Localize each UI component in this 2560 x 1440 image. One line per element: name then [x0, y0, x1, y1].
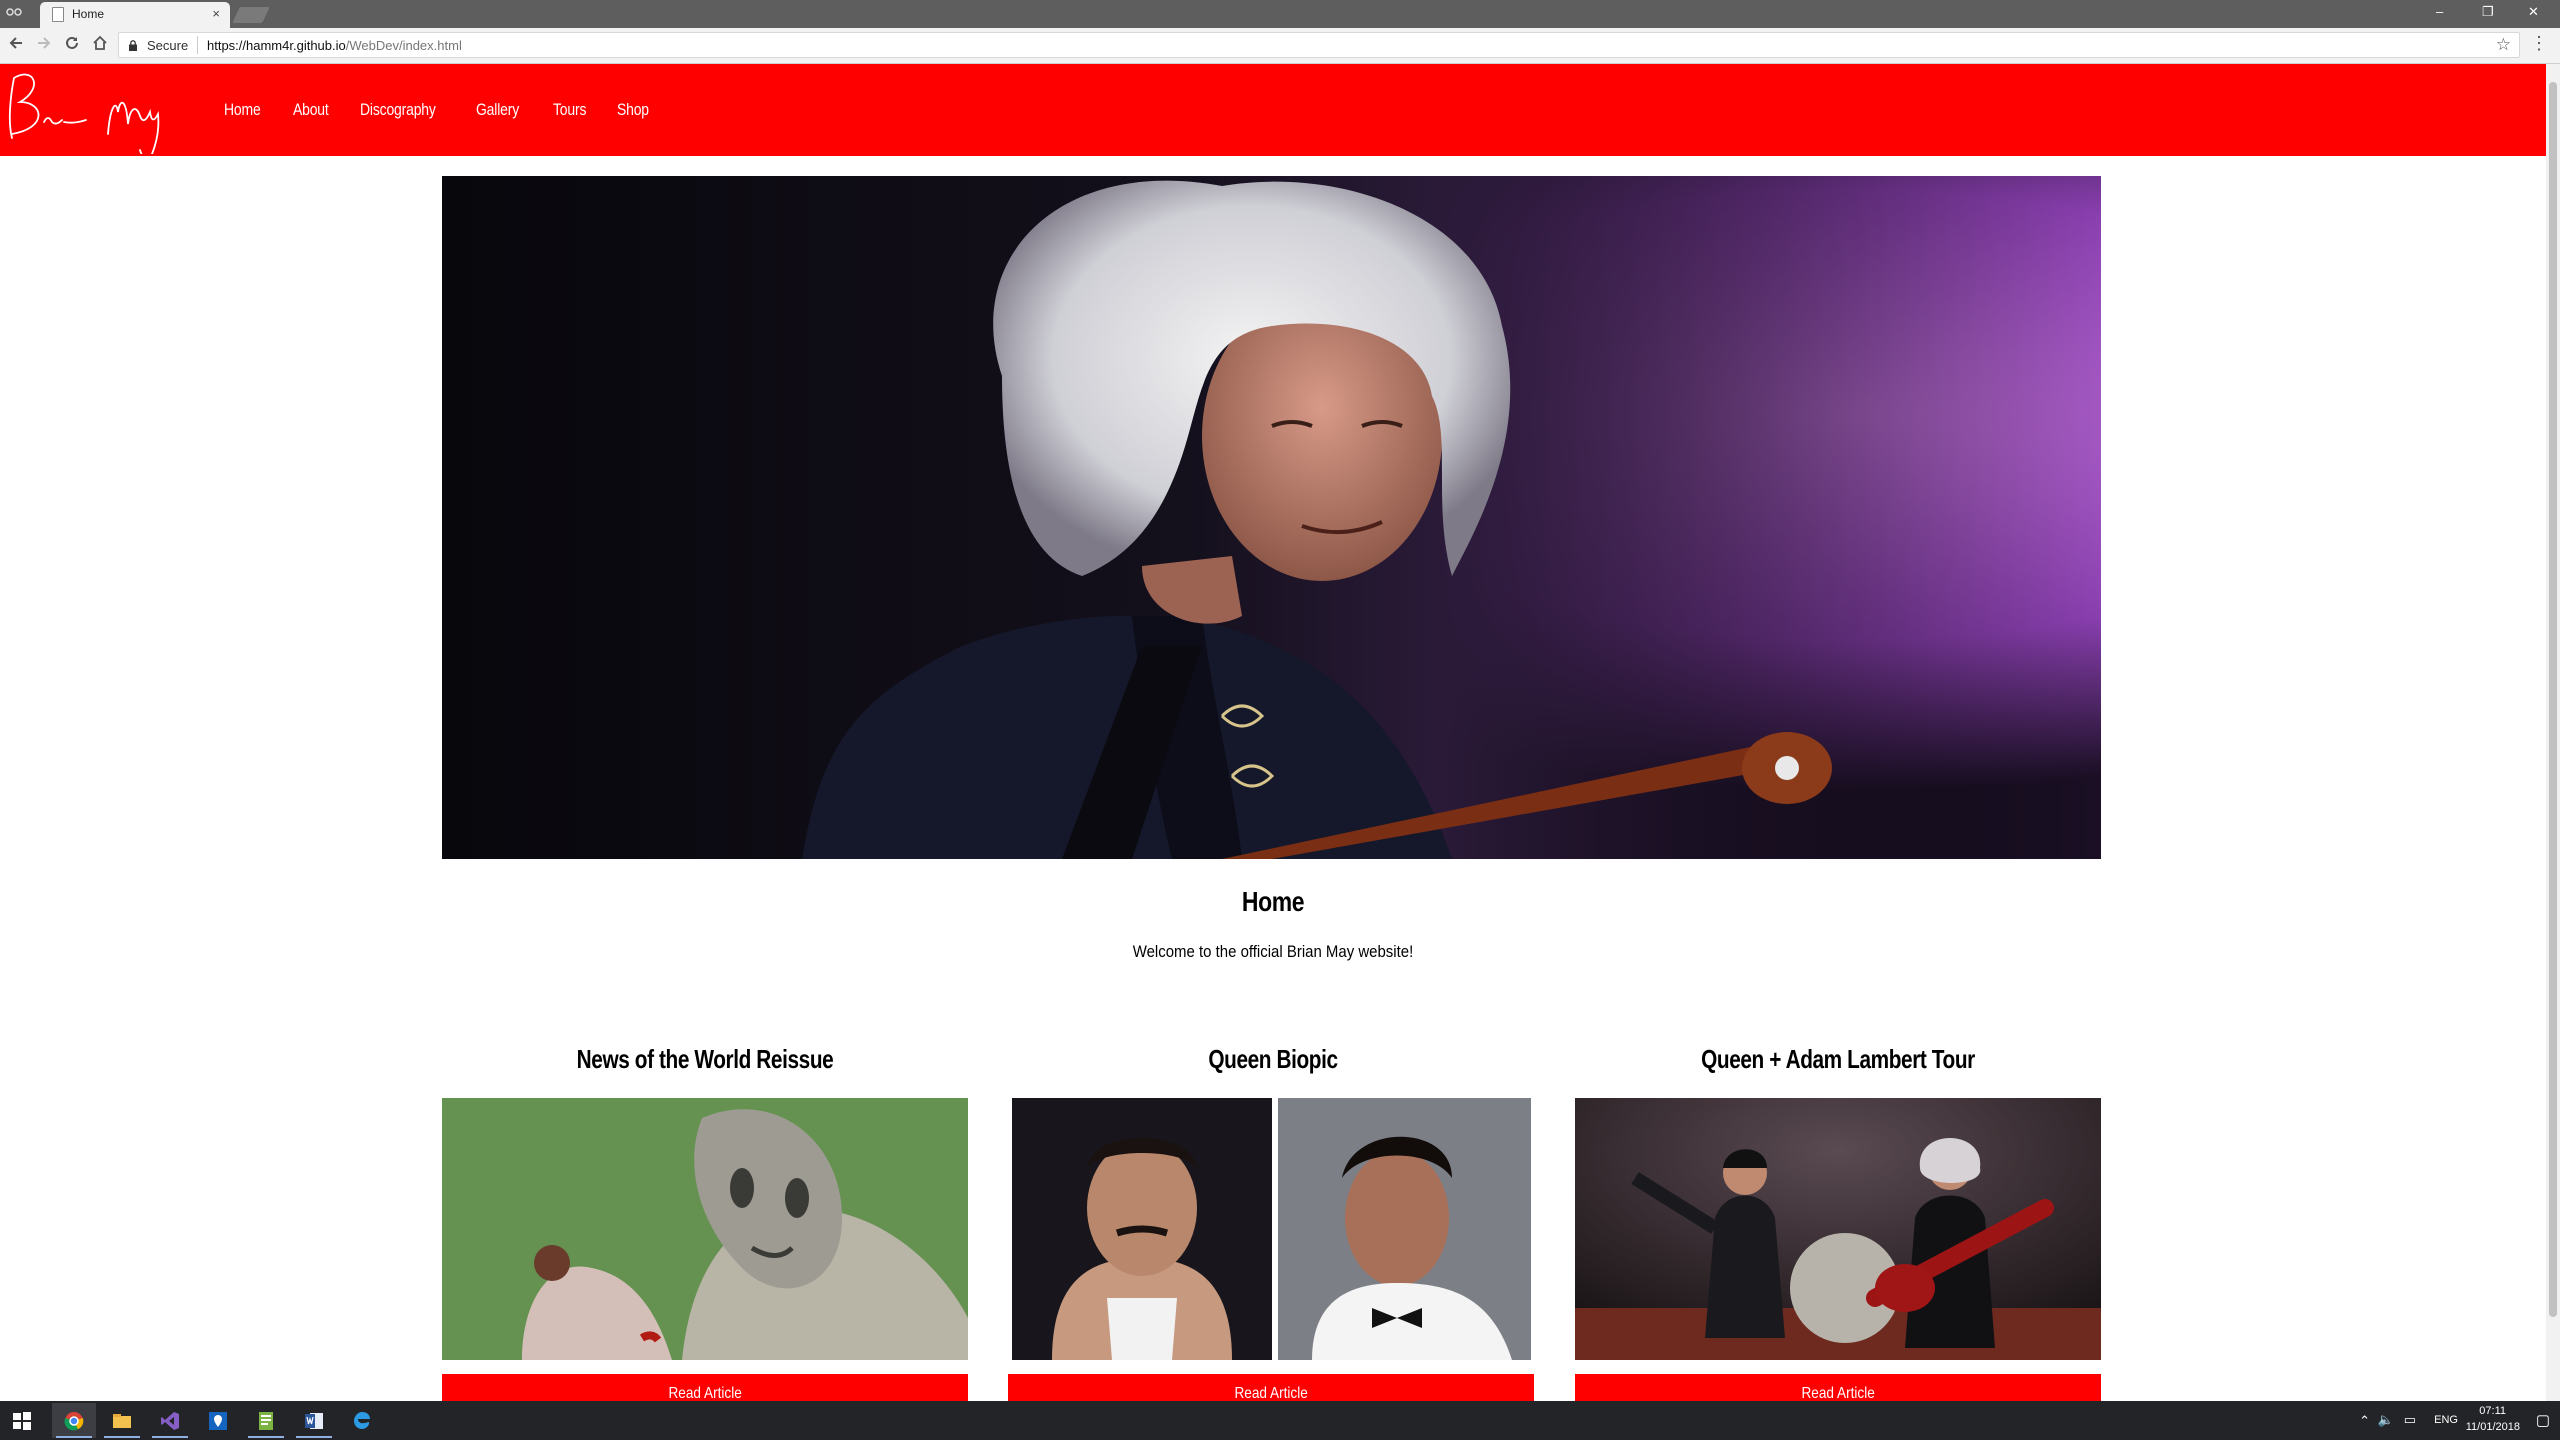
- tab-close-icon[interactable]: ×: [212, 6, 220, 21]
- read-article-button-queen-adam-lambert-tour[interactable]: Read Article: [1575, 1374, 2101, 1401]
- card-title-news-of-the-world: News of the World Reissue: [576, 1044, 834, 1074]
- word-icon[interactable]: [292, 1403, 336, 1438]
- nav-link-home[interactable]: Home: [224, 100, 261, 120]
- read-article-label: Read Article: [1234, 1385, 1308, 1401]
- window-minimize-button[interactable]: –: [2436, 4, 2443, 19]
- address-bar[interactable]: Secure https://hamm4r.github.io/WebDev/i…: [118, 32, 2520, 58]
- card-image-news-of-the-world[interactable]: [442, 1098, 968, 1360]
- windows-taskbar: ⌃ 🔈 ▭ ENG 07:11 11/01/2018 ▢: [0, 1401, 2560, 1440]
- page-viewport: Home About Discography Gallery Tours Sho…: [0, 64, 2546, 1401]
- url-text[interactable]: https://hamm4r.github.io/WebDev/index.ht…: [207, 38, 462, 53]
- url-separator: [197, 36, 198, 54]
- forward-icon[interactable]: [36, 35, 52, 56]
- card-title-queen-adam-lambert-tour: Queen + Adam Lambert Tour: [1701, 1044, 1975, 1074]
- notepad-icon[interactable]: [244, 1403, 288, 1438]
- back-icon[interactable]: [8, 35, 24, 56]
- network-icon[interactable]: ▭: [2404, 1412, 2416, 1428]
- read-article-label: Read Article: [1801, 1385, 1875, 1401]
- reload-icon[interactable]: [64, 35, 80, 56]
- lock-icon: [129, 38, 137, 51]
- clock-time[interactable]: 07:11: [2479, 1405, 2506, 1417]
- scrollbar-thumb[interactable]: [2549, 82, 2557, 1317]
- browser-menu-icon[interactable]: ⋮: [2530, 34, 2548, 52]
- nav-link-tours[interactable]: Tours: [553, 100, 586, 120]
- read-article-label: Read Article: [668, 1385, 742, 1401]
- tray-expand-icon[interactable]: ⌃: [2359, 1413, 2370, 1429]
- nav-link-gallery[interactable]: Gallery: [476, 100, 519, 120]
- edge-icon[interactable]: [340, 1403, 384, 1438]
- card-image-queen-biopic[interactable]: [1012, 1098, 1531, 1360]
- new-tab-button[interactable]: [232, 7, 270, 23]
- page-favicon-icon: [52, 7, 64, 22]
- file-explorer-icon[interactable]: [100, 1403, 144, 1438]
- welcome-text: Welcome to the official Brian May websit…: [1132, 942, 1414, 961]
- clock-date[interactable]: 11/01/2018: [2466, 1421, 2520, 1433]
- hero-image: [442, 176, 2101, 859]
- site-header: Home About Discography Gallery Tours Sho…: [0, 64, 2546, 156]
- nav-link-about[interactable]: About: [293, 100, 329, 120]
- chrome-icon[interactable]: [52, 1403, 96, 1438]
- card-title-queen-biopic: Queen Biopic: [1208, 1044, 1338, 1074]
- language-indicator[interactable]: ENG: [2434, 1414, 2458, 1426]
- home-icon[interactable]: [92, 35, 108, 56]
- visual-studio-icon[interactable]: [148, 1403, 192, 1438]
- window-close-button[interactable]: ✕: [2528, 4, 2539, 20]
- tab-search-icon[interactable]: [6, 6, 22, 18]
- nav-link-discography[interactable]: Discography: [360, 100, 436, 120]
- main-nav: Home About Discography Gallery Tours Sho…: [224, 100, 680, 120]
- browser-tab-home[interactable]: Home ×: [40, 2, 230, 28]
- volume-icon[interactable]: 🔈: [2378, 1412, 2394, 1428]
- maps-icon[interactable]: [196, 1403, 240, 1438]
- card-image-queen-adam-lambert-tour[interactable]: [1575, 1098, 2101, 1360]
- read-article-button-news-of-the-world[interactable]: Read Article: [442, 1374, 968, 1401]
- brian-may-signature-logo[interactable]: [4, 68, 184, 154]
- read-article-button-queen-biopic[interactable]: Read Article: [1008, 1374, 1534, 1401]
- windows-start-icon[interactable]: [0, 1403, 44, 1438]
- url-path: /WebDev/index.html: [345, 38, 462, 53]
- secure-label: Secure: [147, 38, 189, 53]
- action-center-icon[interactable]: ▢: [2536, 1411, 2550, 1429]
- tab-title: Home: [72, 7, 105, 21]
- browser-toolbar: Secure https://hamm4r.github.io/WebDev/i…: [0, 28, 2560, 64]
- page-scrollbar[interactable]: [2546, 64, 2560, 1401]
- window-restore-button[interactable]: ❐: [2482, 4, 2494, 20]
- page-heading: Home: [1241, 886, 1305, 917]
- nav-link-shop[interactable]: Shop: [617, 100, 649, 120]
- bookmark-star-icon[interactable]: ☆: [2496, 35, 2511, 55]
- url-host: https://hamm4r.github.io: [207, 38, 346, 53]
- browser-tab-strip: Home × – ❐ ✕: [0, 0, 2560, 28]
